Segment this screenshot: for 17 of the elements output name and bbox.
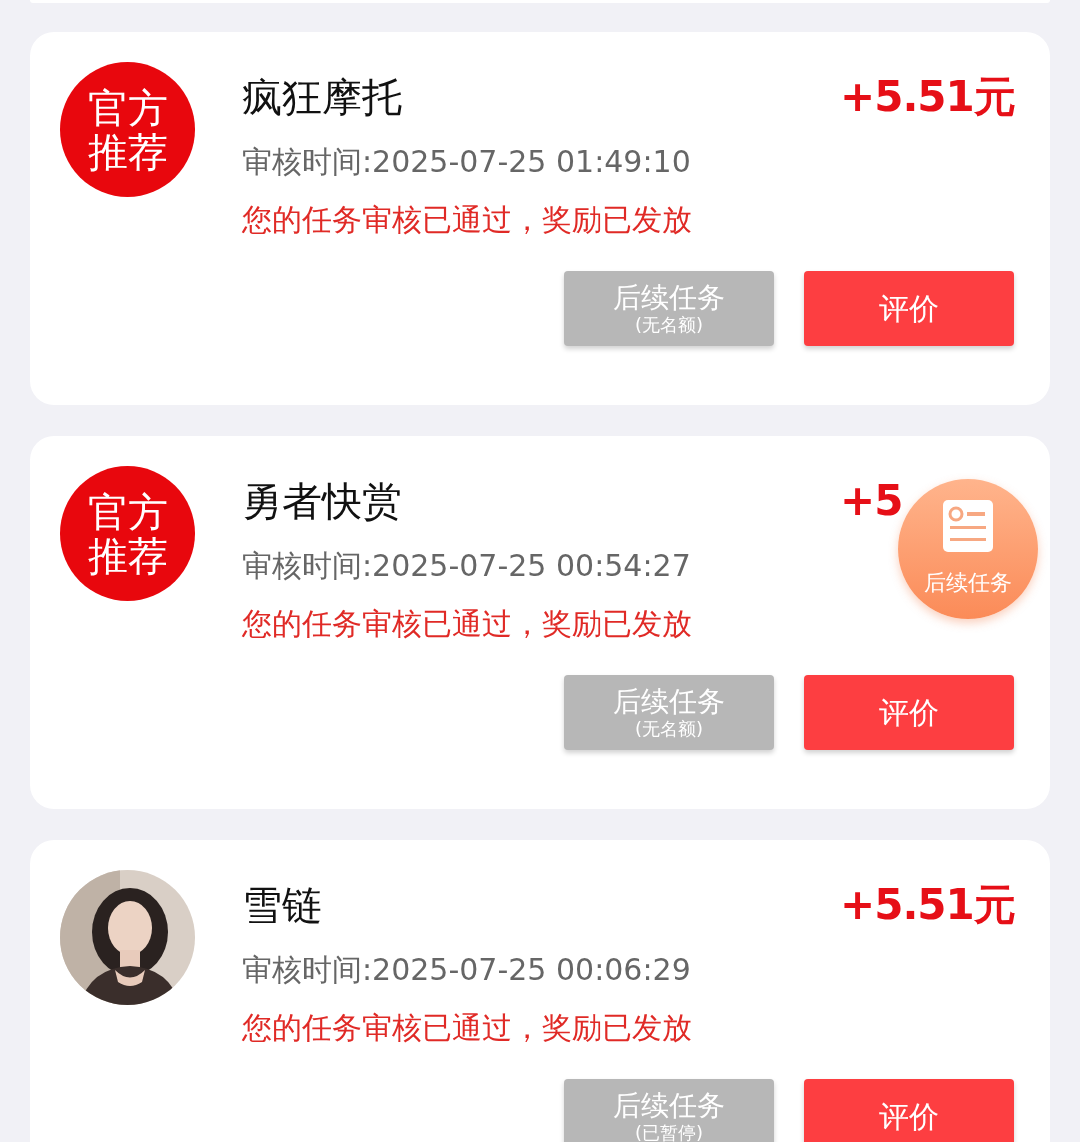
review-time: 审核时间:2025-07-25 00:06:29 [242,951,691,989]
review-button[interactable]: 评价 [804,271,1014,346]
review-time: 审核时间:2025-07-25 00:54:27 [242,547,691,585]
status-message: 您的任务审核已通过，奖励已发放 [242,1009,692,1047]
review-time: 审核时间:2025-07-25 01:49:10 [242,143,691,181]
document-icon [943,499,993,552]
task-title: 雪链 [242,881,322,930]
task-title: 勇者快赏 [242,477,402,526]
review-button[interactable]: 评价 [804,675,1014,750]
review-button[interactable]: 评价 [804,1079,1014,1142]
reward-amount: +5.51元 [840,879,1015,931]
recommend-badge: 官方 推荐 [60,62,195,197]
status-message: 您的任务审核已通过，奖励已发放 [242,605,692,643]
reward-amount: +5.51元 [840,71,1015,123]
task-title: 疯狂摩托 [242,73,402,122]
status-message: 您的任务审核已通过，奖励已发放 [242,201,692,239]
recommend-badge: 官方 推荐 [60,466,195,601]
